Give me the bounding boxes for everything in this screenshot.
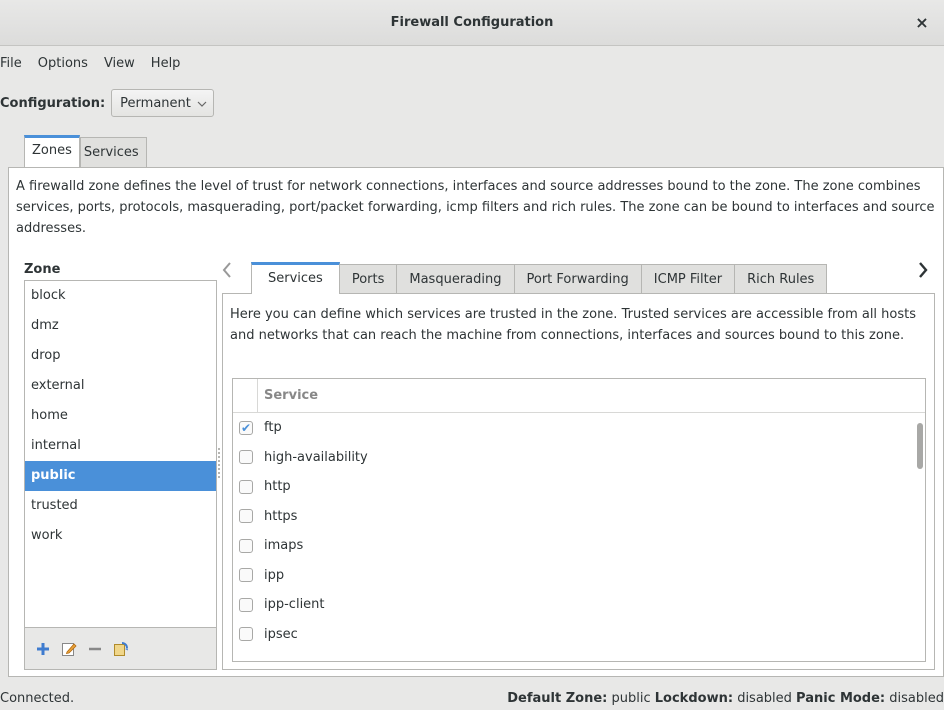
tab-scroll-left-icon[interactable] xyxy=(222,262,232,283)
title-bar: Firewall Configuration × xyxy=(0,0,944,46)
menu-options[interactable]: Options xyxy=(30,52,96,76)
services-table: Service ✔ ftp high-availability http https im… xyxy=(232,378,926,662)
service-row[interactable]: ipp xyxy=(233,561,925,591)
window-title: Firewall Configuration xyxy=(390,15,554,30)
checkbox[interactable] xyxy=(239,450,253,465)
close-button[interactable]: × xyxy=(912,13,932,33)
zones-description: A firewalld zone defines the level of tr… xyxy=(16,179,935,236)
menu-file[interactable]: File xyxy=(0,52,30,76)
zone-item-external[interactable]: external xyxy=(25,371,216,401)
tab-port-forwarding[interactable]: Port Forwarding xyxy=(514,264,642,294)
service-name: ftp xyxy=(264,420,282,436)
zone-item-drop[interactable]: drop xyxy=(25,341,216,371)
service-row[interactable]: imaps xyxy=(233,531,925,561)
service-row[interactable]: ipp-client xyxy=(233,590,925,620)
panic-mode-label: Panic Mode: xyxy=(796,690,886,706)
service-column-header[interactable]: Service xyxy=(258,388,318,403)
tab-icmp-filter[interactable]: ICMP Filter xyxy=(641,264,736,294)
pane-resize-handle[interactable] xyxy=(218,448,220,478)
configuration-dropdown[interactable]: Permanent xyxy=(111,89,214,117)
service-name: ipp xyxy=(264,567,285,583)
configuration-row: Configuration: Permanent xyxy=(0,89,214,117)
checkbox-column-header xyxy=(233,379,258,413)
tab-services-inner[interactable]: Services xyxy=(251,262,340,294)
zone-item-internal[interactable]: internal xyxy=(25,431,216,461)
scrollbar-thumb[interactable] xyxy=(917,423,923,469)
service-name: ipp-client xyxy=(264,597,325,613)
chevron-down-icon xyxy=(197,97,207,110)
service-row[interactable]: https xyxy=(233,502,925,532)
zone-item-work[interactable]: work xyxy=(25,521,216,551)
zone-settings-tab-bar: Services Ports Masquerading Port Forward… xyxy=(251,262,828,294)
edit-icon[interactable] xyxy=(61,641,77,657)
tab-rich-rules[interactable]: Rich Rules xyxy=(735,264,828,294)
zone-toolbar xyxy=(24,628,217,670)
configuration-value: Permanent xyxy=(120,95,191,111)
checkbox[interactable] xyxy=(239,597,253,612)
zone-list: block dmz drop external home internal pu… xyxy=(24,280,217,628)
checkbox[interactable] xyxy=(239,627,253,642)
status-summary: Default Zone: public Lockdown: disabled … xyxy=(507,691,944,706)
tab-masquerading[interactable]: Masquerading xyxy=(397,264,515,294)
services-description: Here you can define which services are t… xyxy=(230,307,917,343)
service-name: imaps xyxy=(264,538,304,554)
zone-item-block[interactable]: block xyxy=(25,281,216,311)
status-bar: Connected. Default Zone: public Lockdown… xyxy=(0,686,944,710)
service-row[interactable]: ipsec xyxy=(233,620,925,650)
menu-help[interactable]: Help xyxy=(143,52,189,76)
connection-status: Connected. xyxy=(0,690,75,706)
menu-view[interactable]: View xyxy=(96,52,143,76)
panic-mode-value: disabled xyxy=(889,690,944,706)
service-name: high-availability xyxy=(264,449,368,465)
remove-icon[interactable] xyxy=(87,641,103,657)
tab-zones[interactable]: Zones xyxy=(24,135,80,167)
configuration-label: Configuration: xyxy=(0,95,106,111)
zone-item-trusted[interactable]: trusted xyxy=(25,491,216,521)
service-name: ipsec xyxy=(264,626,298,642)
tab-services[interactable]: Services xyxy=(79,137,147,167)
tab-ports[interactable]: Ports xyxy=(339,264,398,294)
load-defaults-icon[interactable] xyxy=(113,641,129,657)
outer-tab-bar: Zones Services xyxy=(24,135,147,167)
tab-scroll-right-icon[interactable] xyxy=(918,262,928,283)
checkbox[interactable] xyxy=(239,479,253,494)
menu-bar: File Options View Help xyxy=(0,52,188,76)
add-icon[interactable] xyxy=(35,641,51,657)
checkbox[interactable] xyxy=(239,509,253,524)
services-rows: ✔ ftp high-availability http https imaps ipp ip… xyxy=(233,413,925,649)
default-zone-label: Default Zone: xyxy=(507,690,608,706)
service-row[interactable]: high-availability xyxy=(233,443,925,473)
lockdown-value: disabled xyxy=(737,690,792,706)
checkbox-checked[interactable]: ✔ xyxy=(239,420,253,435)
zone-item-dmz[interactable]: dmz xyxy=(25,311,216,341)
zone-item-public[interactable]: public xyxy=(25,461,216,491)
service-name: https xyxy=(264,508,298,524)
service-name: http xyxy=(264,479,291,495)
default-zone-value: public xyxy=(611,690,651,706)
zone-item-home[interactable]: home xyxy=(25,401,216,431)
service-row[interactable]: ✔ ftp xyxy=(233,413,925,443)
checkbox[interactable] xyxy=(239,538,253,553)
checkbox[interactable] xyxy=(239,568,253,583)
lockdown-label: Lockdown: xyxy=(654,690,734,706)
services-table-header: Service xyxy=(233,379,925,413)
zone-list-label: Zone xyxy=(24,262,61,277)
service-row[interactable]: http xyxy=(233,472,925,502)
